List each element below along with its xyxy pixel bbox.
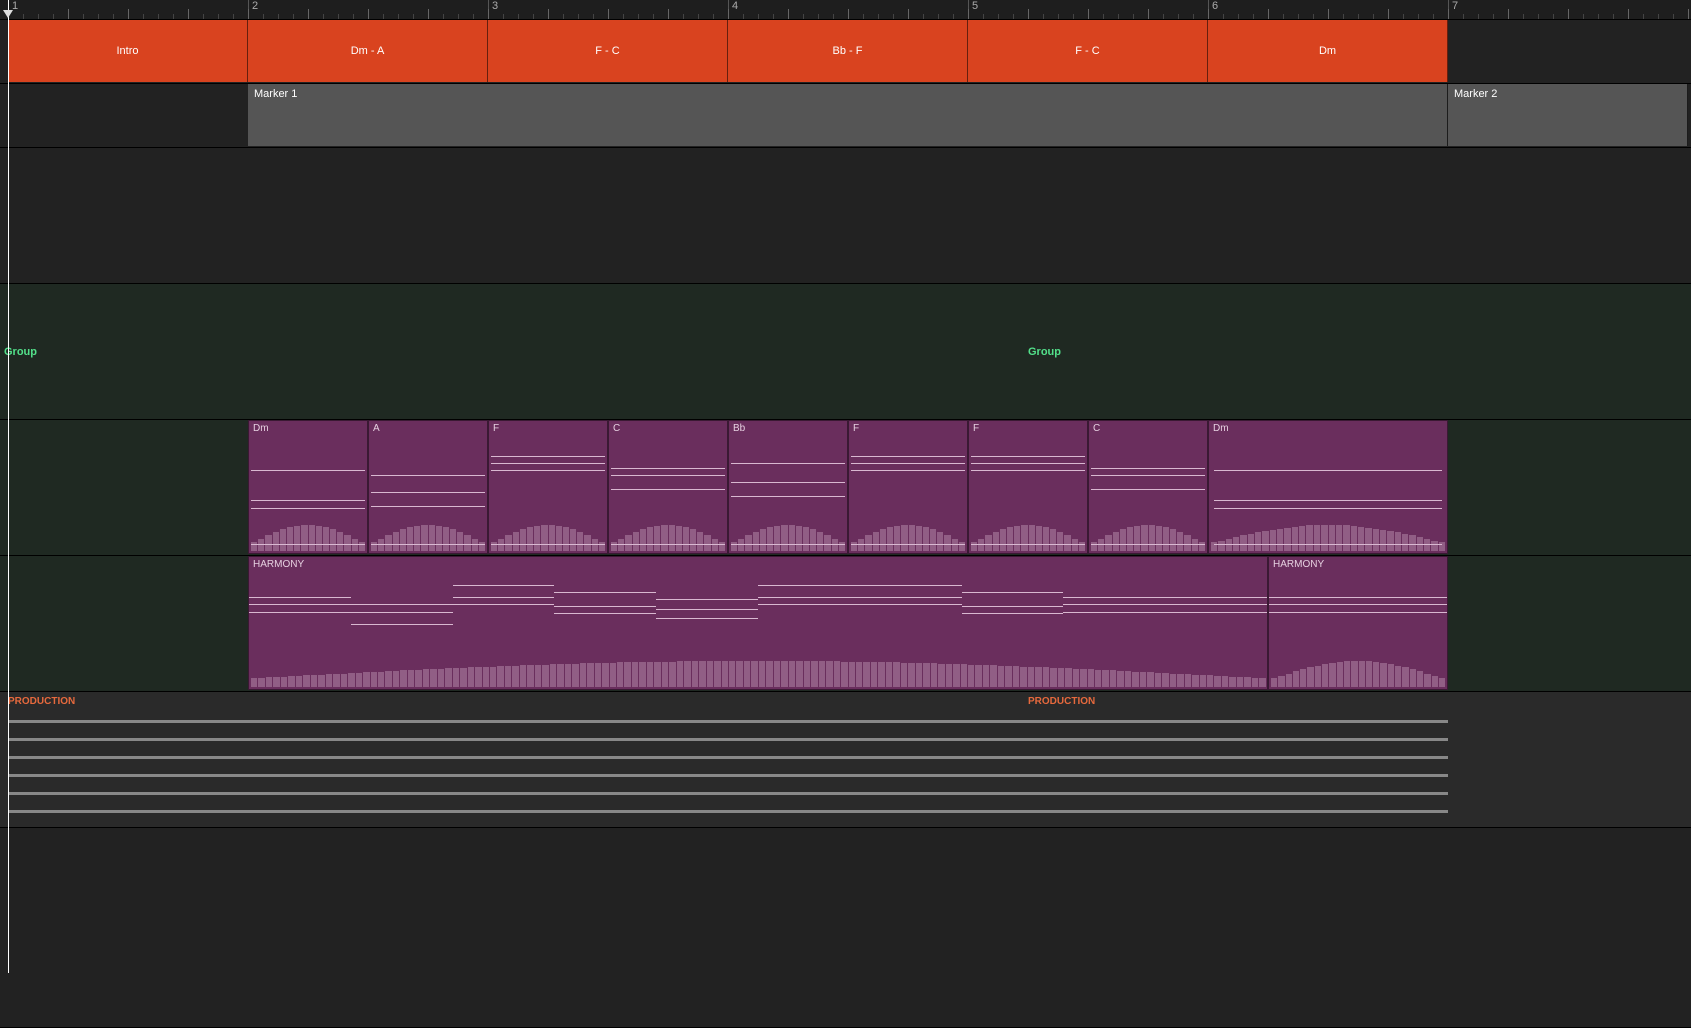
production-lane: [8, 774, 1448, 777]
production-lane: [8, 810, 1448, 813]
midi-clip-label: Bb: [733, 423, 745, 434]
production-label: PRODUCTION: [8, 696, 75, 707]
ruler-bar-number: 3: [492, 0, 498, 12]
ruler-bar-number: 2: [252, 0, 258, 12]
ruler-bar-number: 7: [1452, 0, 1458, 12]
midi-clip-label: A: [373, 423, 380, 434]
timeline-ruler[interactable]: 1234567: [0, 0, 1691, 20]
midi-clip[interactable]: Bb: [728, 420, 848, 554]
ruler-bar-number: 5: [972, 0, 978, 12]
midi-clip[interactable]: C: [608, 420, 728, 554]
production-track[interactable]: PRODUCTION PRODUCTION: [0, 692, 1691, 828]
arrangement-clip[interactable]: Intro: [8, 20, 248, 82]
marker-clip[interactable]: Marker 1: [248, 84, 1448, 146]
midi-clip[interactable]: Dm: [1208, 420, 1448, 554]
playhead[interactable]: [8, 0, 9, 973]
midi-clip[interactable]: F: [968, 420, 1088, 554]
midi-clip-label: F: [493, 423, 499, 434]
arrangement-row[interactable]: IntroDm - AF - CBb - FF - CDm: [0, 20, 1691, 84]
midi-clip[interactable]: Dm: [248, 420, 368, 554]
midi-clip-label: HARMONY: [1273, 559, 1324, 570]
midi-clip[interactable]: A: [368, 420, 488, 554]
midi-clip-label: Dm: [1213, 423, 1229, 434]
midi-clip[interactable]: F: [488, 420, 608, 554]
midi-clip[interactable]: C: [1088, 420, 1208, 554]
arrangement-clip[interactable]: Dm: [1208, 20, 1448, 82]
group-track[interactable]: Group Group: [0, 284, 1691, 420]
group-label-loop: Group: [1028, 346, 1061, 358]
midi-clip-label: C: [1093, 423, 1100, 434]
marker-row[interactable]: Marker 1Marker 2: [0, 84, 1691, 148]
midi-clip[interactable]: F: [848, 420, 968, 554]
arrangement-clip[interactable]: Dm - A: [248, 20, 488, 82]
production-lane: [8, 756, 1448, 759]
midi-clip[interactable]: HARMONY: [248, 556, 1268, 690]
production-lane: [8, 792, 1448, 795]
production-label: PRODUCTION: [1028, 696, 1095, 707]
midi-clip-label: F: [973, 423, 979, 434]
midi-clip-label: HARMONY: [253, 559, 304, 570]
chord-track[interactable]: Dm A F C Bb F F C Dm: [0, 420, 1691, 556]
midi-clip-label: Dm: [253, 423, 269, 434]
tracks-area: IntroDm - AF - CBb - FF - CDm Marker 1Ma…: [0, 20, 1691, 973]
arrangement-clip[interactable]: F - C: [488, 20, 728, 82]
production-lane: [8, 720, 1448, 723]
marker-clip[interactable]: Marker 2: [1448, 84, 1688, 146]
ruler-bar-number: 4: [732, 0, 738, 12]
arrangement-clip[interactable]: F - C: [968, 20, 1208, 82]
empty-track[interactable]: [0, 148, 1691, 284]
harmony-track[interactable]: HARMONY HARMONY: [0, 556, 1691, 692]
production-lane: [8, 738, 1448, 741]
midi-clip-label: F: [853, 423, 859, 434]
arrangement-clip[interactable]: Bb - F: [728, 20, 968, 82]
midi-clip[interactable]: HARMONY: [1268, 556, 1448, 690]
empty-track[interactable]: [0, 828, 1691, 1028]
ruler-bar-number: 6: [1212, 0, 1218, 12]
midi-clip-label: C: [613, 423, 620, 434]
